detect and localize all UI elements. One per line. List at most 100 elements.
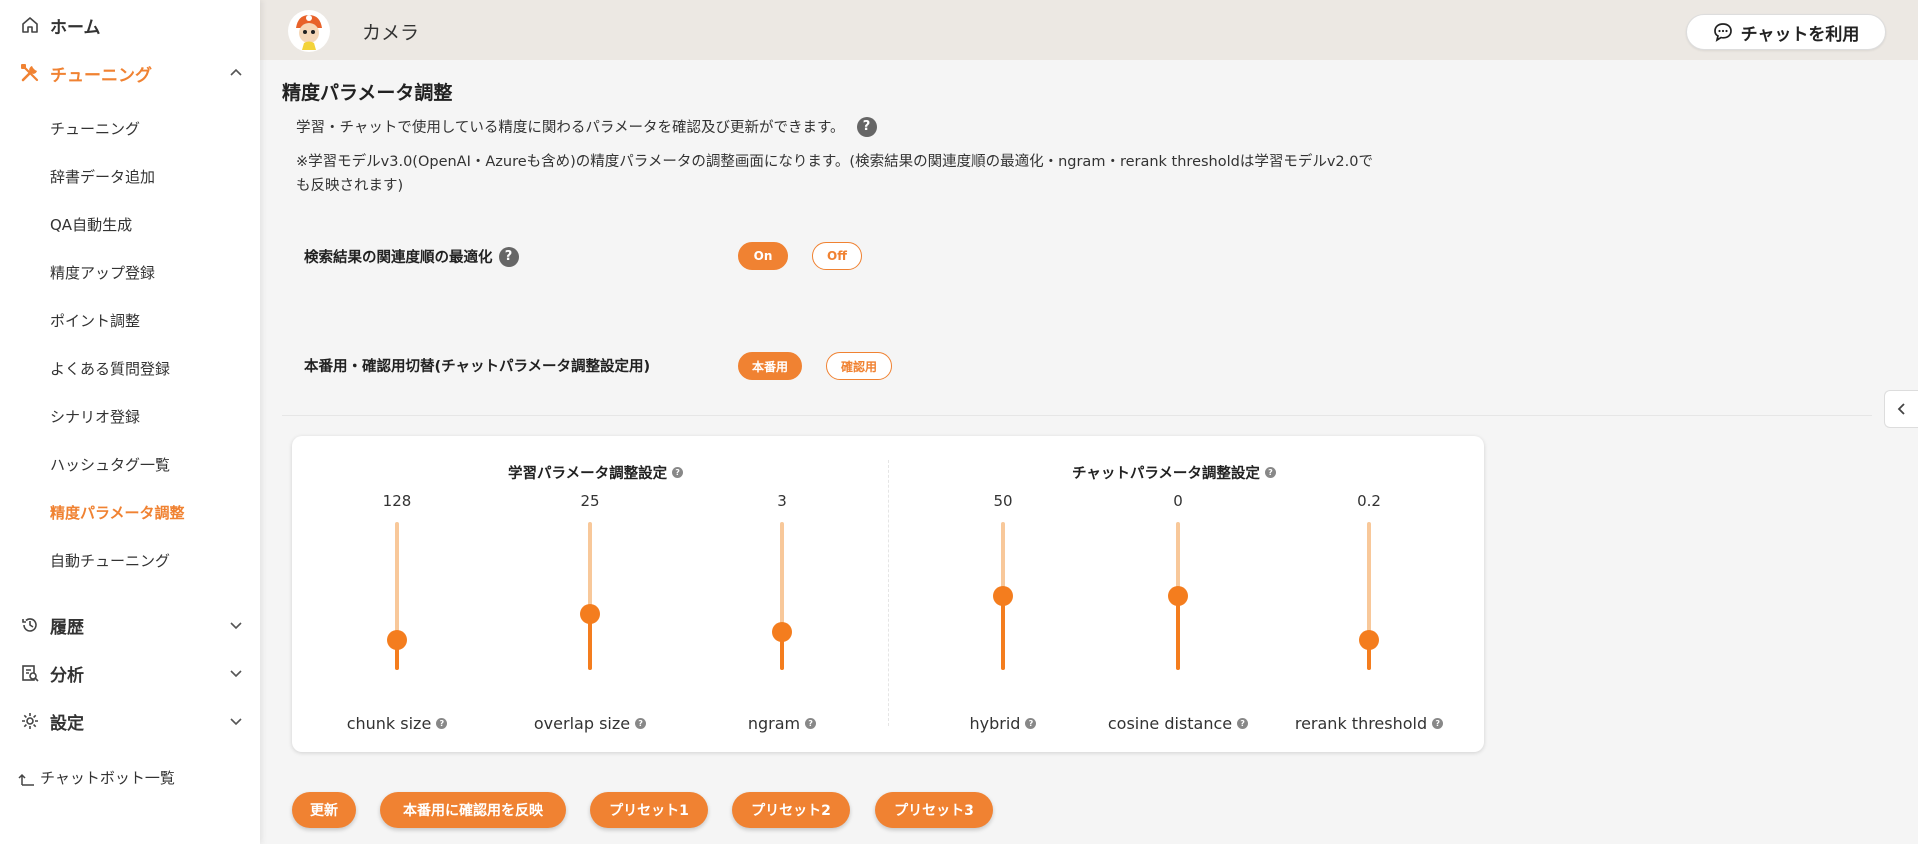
chevron-down-icon <box>226 663 246 683</box>
chunk-size-thumb[interactable] <box>387 630 407 651</box>
cosine-distance-track[interactable] <box>1168 522 1188 670</box>
sidebar-item-accuracy-params[interactable]: 精度パラメータ調整 <box>50 502 185 524</box>
help-icon[interactable]: ? <box>1237 718 1249 729</box>
slider-hybrid: 50 hybrid? <box>913 492 1093 733</box>
cosine-distance-label-text: cosine distance <box>1107 714 1233 733</box>
slider-chunk-size: 128 chunk size? <box>307 492 487 733</box>
nav-history[interactable]: 履歴 <box>0 610 260 640</box>
hybrid-label-text: hybrid <box>969 714 1021 733</box>
rerank-threshold-label-text: rerank threshold <box>1294 714 1428 733</box>
hybrid-value: 50 <box>993 492 1013 510</box>
preset1-button[interactable]: プリセット1 <box>590 792 708 828</box>
mode-setting-label: 本番用・確認用切替(チャットパラメータ調整設定用) <box>304 359 651 375</box>
nav-settings[interactable]: 設定 <box>0 706 260 736</box>
back-arrow-icon <box>18 769 36 787</box>
chat-params-title-text: チャットパラメータ調整設定 <box>1072 466 1260 482</box>
ngram-thumb[interactable] <box>772 621 792 642</box>
hybrid-label: hybrid? <box>913 714 1093 733</box>
cosine-distance-label: cosine distance? <box>1088 714 1268 733</box>
preset3-button[interactable]: プリセット3 <box>875 792 993 828</box>
nav-tuning-label: チューニング <box>50 65 152 86</box>
help-icon[interactable]: ? <box>1025 718 1037 729</box>
update-button[interactable]: 更新 <box>292 792 356 828</box>
use-chat-button[interactable]: チャットを利用 <box>1686 14 1886 50</box>
nav-history-label: 履歴 <box>50 617 84 638</box>
nav-settings-label: 設定 <box>50 713 84 734</box>
nav-analysis[interactable]: 分析 <box>0 658 260 688</box>
page-description: 学習・チャットで使用している精度に関わるパラメータを確認及び更新ができます。 ? <box>296 116 877 137</box>
hybrid-track[interactable] <box>993 522 1013 670</box>
help-icon[interactable]: ? <box>436 718 448 729</box>
chunk-size-track[interactable] <box>387 522 407 670</box>
production-mode-button[interactable]: 本番用 <box>738 352 802 380</box>
help-icon[interactable]: ? <box>1432 718 1444 729</box>
apply-confirm-to-prod-button[interactable]: 本番用に確認用を反映 <box>380 792 566 828</box>
hybrid-fill <box>1001 596 1005 670</box>
bot-name: カメラ <box>362 22 420 44</box>
help-icon[interactable]: ? <box>856 116 877 137</box>
sidebar-item-qa-generate[interactable]: QA自動生成 <box>50 214 132 236</box>
chevron-up-icon <box>226 63 246 83</box>
cosine-distance-value: 0 <box>1173 492 1183 510</box>
nav-analysis-label: 分析 <box>50 665 84 686</box>
ngram-track[interactable] <box>772 522 792 670</box>
slider-cosine-distance: 0 cosine distance? <box>1088 492 1268 733</box>
hybrid-thumb[interactable] <box>993 586 1013 606</box>
learning-params-title: 学習パラメータ調整設定 ? <box>508 462 684 483</box>
ngram-label-text: ngram <box>747 714 801 733</box>
slider-rerank-threshold: 0.2 rerank threshold? <box>1279 492 1459 733</box>
overlap-size-track[interactable] <box>580 522 600 670</box>
sidebar-item-tuning[interactable]: チューニング <box>50 118 140 140</box>
optimize-off-button[interactable]: Off <box>812 242 862 270</box>
slider-ngram: 3 ngram? <box>692 492 872 733</box>
chunk-size-value: 128 <box>382 492 412 510</box>
rerank-threshold-track[interactable] <box>1359 522 1379 670</box>
overlap-size-thumb[interactable] <box>580 603 600 624</box>
sidebar: ホーム チューニング チューニング 辞書データ追加 QA自動生成 精度アップ登録… <box>0 0 260 844</box>
home-icon <box>18 13 42 37</box>
preset2-button[interactable]: プリセット2 <box>732 792 850 828</box>
help-icon[interactable]: ? <box>498 246 519 267</box>
chat-params-title: チャットパラメータ調整設定 ? <box>1072 462 1276 483</box>
overlap-size-label: overlap size? <box>500 714 680 733</box>
overlap-size-label-text: overlap size <box>533 714 631 733</box>
sidebar-item-scenario[interactable]: シナリオ登録 <box>50 406 140 428</box>
confirm-mode-button[interactable]: 確認用 <box>826 352 892 380</box>
sidebar-item-auto-tuning[interactable]: 自動チューニング <box>50 550 170 572</box>
chat-bubble-icon <box>1713 23 1732 42</box>
nav-tuning[interactable]: チューニング <box>0 58 260 88</box>
chevron-down-icon <box>226 615 246 635</box>
cosine-distance-thumb[interactable] <box>1168 586 1188 606</box>
chevron-left-icon <box>1897 403 1905 415</box>
chatbot-list-link[interactable]: チャットボット一覧 <box>18 767 175 788</box>
sidebar-item-hashtags[interactable]: ハッシュタグ一覧 <box>50 454 170 476</box>
nav-home[interactable]: ホーム <box>0 10 260 40</box>
section-divider <box>282 415 1872 416</box>
overlap-size-value: 25 <box>580 492 600 510</box>
description-text: 学習・チャットで使用している精度に関わるパラメータを確認及び更新ができます。 <box>296 120 845 136</box>
ngram-label: ngram? <box>692 714 872 733</box>
tools-icon <box>18 61 42 85</box>
panel-separator <box>888 460 889 726</box>
rerank-threshold-value: 0.2 <box>1357 492 1381 510</box>
ngram-value: 3 <box>777 492 787 510</box>
learning-params-title-text: 学習パラメータ調整設定 <box>508 466 668 482</box>
help-icon[interactable]: ? <box>635 718 647 729</box>
bot-avatar <box>288 10 330 52</box>
optimize-setting-label: 検索結果の関連度順の最適化 ? <box>304 246 519 267</box>
rerank-threshold-thumb[interactable] <box>1359 630 1379 651</box>
chunk-size-label: chunk size? <box>307 714 487 733</box>
optimize-on-button[interactable]: On <box>738 242 788 270</box>
sidebar-item-faq[interactable]: よくある質問登録 <box>50 358 170 380</box>
cosine-distance-fill <box>1176 596 1180 670</box>
sidebar-item-dictionary[interactable]: 辞書データ追加 <box>50 166 155 188</box>
optimize-label-text: 検索結果の関連度順の最適化 <box>304 250 493 266</box>
chatbot-list-label: チャットボット一覧 <box>40 769 175 787</box>
help-icon[interactable]: ? <box>1264 467 1276 478</box>
help-icon[interactable]: ? <box>805 718 817 729</box>
panel-toggle-button[interactable] <box>1884 390 1918 428</box>
help-icon[interactable]: ? <box>672 467 684 478</box>
sidebar-item-point-adjust[interactable]: ポイント調整 <box>50 310 140 332</box>
sidebar-item-accuracy-up[interactable]: 精度アップ登録 <box>50 262 155 284</box>
analysis-icon <box>18 661 42 685</box>
